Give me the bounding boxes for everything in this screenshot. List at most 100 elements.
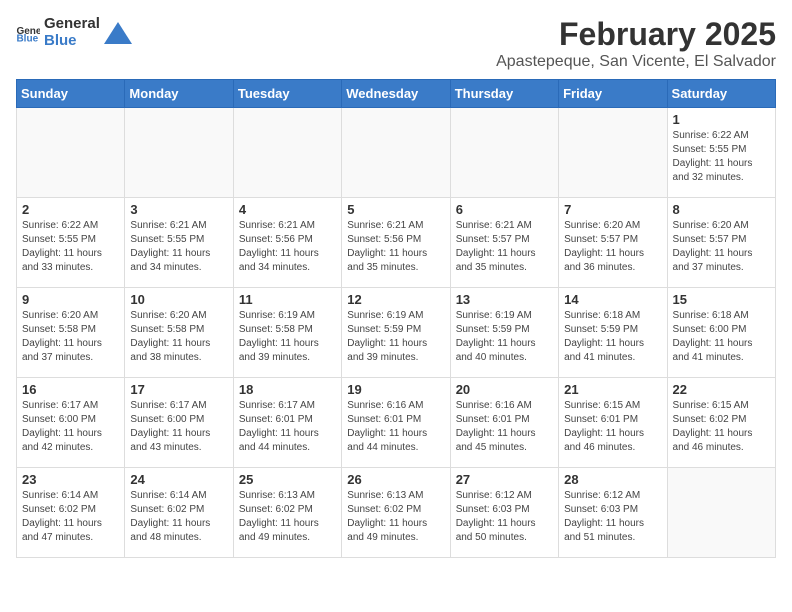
day-number: 26	[347, 472, 444, 487]
calendar-cell: 7Sunrise: 6:20 AM Sunset: 5:57 PM Daylig…	[559, 198, 667, 288]
calendar-cell: 14Sunrise: 6:18 AM Sunset: 5:59 PM Dayli…	[559, 288, 667, 378]
calendar-cell: 21 Sunrise: 6:15 AM Sunset: 6:01 PM Dayli…	[559, 378, 667, 468]
day-number: 5	[347, 202, 444, 217]
day-info: Sunrise: 6:17 AM Sunset: 6:01 PM Dayligh…	[239, 399, 336, 455]
calendar-cell	[667, 468, 775, 558]
day-number: 21	[564, 382, 661, 397]
day-header-wednesday: Wednesday	[342, 80, 450, 108]
day-number: 8	[673, 202, 770, 217]
day-number: 3	[130, 202, 227, 217]
calendar-cell: 12 Sunrise: 6:19 AM Sunset: 5:59 PM Dayli…	[342, 288, 450, 378]
calendar-cell: 24 Sunrise: 6:14 AM Sunset: 6:02 PM Dayli…	[125, 468, 233, 558]
day-info: Sunrise: 6:19 AM Sunset: 5:58 PM Dayligh…	[239, 309, 336, 365]
page-header: General Blue General Blue February 2025 …	[16, 16, 776, 71]
day-info: Sunrise: 6:15 AM Sunset: 6:02 PM Dayligh…	[673, 399, 770, 455]
day-info: Sunrise: 6:17 AM Sunset: 6:00 PM Dayligh…	[130, 399, 227, 455]
calendar-cell: 10 Sunrise: 6:20 AM Sunset: 5:58 PM Dayli…	[125, 288, 233, 378]
day-number: 24	[130, 472, 227, 487]
day-header-monday: Monday	[125, 80, 233, 108]
calendar-cell: 23 Sunrise: 6:14 AM Sunset: 6:02 PM Dayli…	[17, 468, 125, 558]
calendar-cell	[17, 108, 125, 198]
day-number: 27	[456, 472, 553, 487]
svg-text:Blue: Blue	[16, 33, 38, 43]
day-info: Sunrise: 6:17 AM Sunset: 6:00 PM Dayligh…	[22, 399, 119, 455]
day-number: 23	[22, 472, 119, 487]
day-number: 10	[130, 292, 227, 307]
day-number: 2	[22, 202, 119, 217]
calendar-cell	[233, 108, 341, 198]
calendar-cell: 8 Sunrise: 6:20 AM Sunset: 5:57 PM Daylig…	[667, 198, 775, 288]
day-info: Sunrise: 6:16 AM Sunset: 6:01 PM Dayligh…	[456, 399, 553, 455]
calendar-cell: 19 Sunrise: 6:16 AM Sunset: 6:01 PM Dayli…	[342, 378, 450, 468]
week-row-3: 16 Sunrise: 6:17 AM Sunset: 6:00 PM Dayli…	[17, 378, 776, 468]
day-header-sunday: Sunday	[17, 80, 125, 108]
day-number: 19	[347, 382, 444, 397]
day-info: Sunrise: 6:21 AM Sunset: 5:57 PM Dayligh…	[456, 219, 553, 275]
calendar-cell: 22 Sunrise: 6:15 AM Sunset: 6:02 PM Dayli…	[667, 378, 775, 468]
day-info: Sunrise: 6:21 AM Sunset: 5:56 PM Dayligh…	[347, 219, 444, 275]
day-number: 16	[22, 382, 119, 397]
calendar-cell: 28Sunrise: 6:12 AM Sunset: 6:03 PM Dayli…	[559, 468, 667, 558]
logo: General Blue General Blue	[16, 16, 132, 49]
day-info: Sunrise: 6:20 AM Sunset: 5:57 PM Dayligh…	[564, 219, 661, 275]
day-number: 6	[456, 202, 553, 217]
logo-blue-text: Blue	[44, 33, 100, 50]
calendar-cell	[342, 108, 450, 198]
calendar-cell: 11 Sunrise: 6:19 AM Sunset: 5:58 PM Dayli…	[233, 288, 341, 378]
day-number: 28	[564, 472, 661, 487]
calendar-cell	[450, 108, 558, 198]
day-info: Sunrise: 6:22 AM Sunset: 5:55 PM Dayligh…	[22, 219, 119, 275]
day-number: 22	[673, 382, 770, 397]
week-row-0: 1 Sunrise: 6:22 AM Sunset: 5:55 PM Daylig…	[17, 108, 776, 198]
day-info: Sunrise: 6:15 AM Sunset: 6:01 PM Dayligh…	[564, 399, 661, 455]
day-info: Sunrise: 6:19 AM Sunset: 5:59 PM Dayligh…	[456, 309, 553, 365]
logo-icon: General Blue	[16, 23, 40, 43]
month-title: February 2025	[496, 16, 776, 53]
day-info: Sunrise: 6:19 AM Sunset: 5:59 PM Dayligh…	[347, 309, 444, 365]
calendar-cell: 3Sunrise: 6:21 AM Sunset: 5:55 PM Daylig…	[125, 198, 233, 288]
day-number: 11	[239, 292, 336, 307]
day-info: Sunrise: 6:20 AM Sunset: 5:57 PM Dayligh…	[673, 219, 770, 275]
calendar-cell	[125, 108, 233, 198]
calendar-table: SundayMondayTuesdayWednesdayThursdayFrid…	[16, 79, 776, 558]
calendar-cell: 6 Sunrise: 6:21 AM Sunset: 5:57 PM Daylig…	[450, 198, 558, 288]
day-info: Sunrise: 6:22 AM Sunset: 5:55 PM Dayligh…	[673, 129, 770, 185]
day-header-friday: Friday	[559, 80, 667, 108]
calendar-cell: 18 Sunrise: 6:17 AM Sunset: 6:01 PM Dayli…	[233, 378, 341, 468]
calendar-cell: 9Sunrise: 6:20 AM Sunset: 5:58 PM Daylig…	[17, 288, 125, 378]
day-number: 4	[239, 202, 336, 217]
day-number: 12	[347, 292, 444, 307]
location-title: Apastepeque, San Vicente, El Salvador	[496, 53, 776, 71]
day-number: 18	[239, 382, 336, 397]
day-header-thursday: Thursday	[450, 80, 558, 108]
day-number: 25	[239, 472, 336, 487]
day-info: Sunrise: 6:13 AM Sunset: 6:02 PM Dayligh…	[347, 489, 444, 545]
day-number: 1	[673, 112, 770, 127]
calendar-header-row: SundayMondayTuesdayWednesdayThursdayFrid…	[17, 80, 776, 108]
day-header-tuesday: Tuesday	[233, 80, 341, 108]
calendar-cell: 13 Sunrise: 6:19 AM Sunset: 5:59 PM Dayli…	[450, 288, 558, 378]
day-info: Sunrise: 6:16 AM Sunset: 6:01 PM Dayligh…	[347, 399, 444, 455]
day-number: 20	[456, 382, 553, 397]
day-info: Sunrise: 6:12 AM Sunset: 6:03 PM Dayligh…	[456, 489, 553, 545]
calendar-cell: 16 Sunrise: 6:17 AM Sunset: 6:00 PM Dayli…	[17, 378, 125, 468]
logo-general-text: General	[44, 16, 100, 33]
day-info: Sunrise: 6:14 AM Sunset: 6:02 PM Dayligh…	[130, 489, 227, 545]
day-number: 17	[130, 382, 227, 397]
day-info: Sunrise: 6:14 AM Sunset: 6:02 PM Dayligh…	[22, 489, 119, 545]
day-info: Sunrise: 6:13 AM Sunset: 6:02 PM Dayligh…	[239, 489, 336, 545]
calendar-cell: 15 Sunrise: 6:18 AM Sunset: 6:00 PM Dayli…	[667, 288, 775, 378]
calendar-cell: 5 Sunrise: 6:21 AM Sunset: 5:56 PM Daylig…	[342, 198, 450, 288]
calendar-cell: 17 Sunrise: 6:17 AM Sunset: 6:00 PM Dayli…	[125, 378, 233, 468]
day-info: Sunrise: 6:21 AM Sunset: 5:56 PM Dayligh…	[239, 219, 336, 275]
calendar-cell: 4 Sunrise: 6:21 AM Sunset: 5:56 PM Daylig…	[233, 198, 341, 288]
day-number: 14	[564, 292, 661, 307]
day-number: 15	[673, 292, 770, 307]
day-info: Sunrise: 6:20 AM Sunset: 5:58 PM Dayligh…	[130, 309, 227, 365]
day-header-saturday: Saturday	[667, 80, 775, 108]
day-number: 13	[456, 292, 553, 307]
calendar-cell: 2 Sunrise: 6:22 AM Sunset: 5:55 PM Daylig…	[17, 198, 125, 288]
day-info: Sunrise: 6:18 AM Sunset: 6:00 PM Dayligh…	[673, 309, 770, 365]
calendar-cell: 25 Sunrise: 6:13 AM Sunset: 6:02 PM Dayli…	[233, 468, 341, 558]
week-row-2: 9Sunrise: 6:20 AM Sunset: 5:58 PM Daylig…	[17, 288, 776, 378]
